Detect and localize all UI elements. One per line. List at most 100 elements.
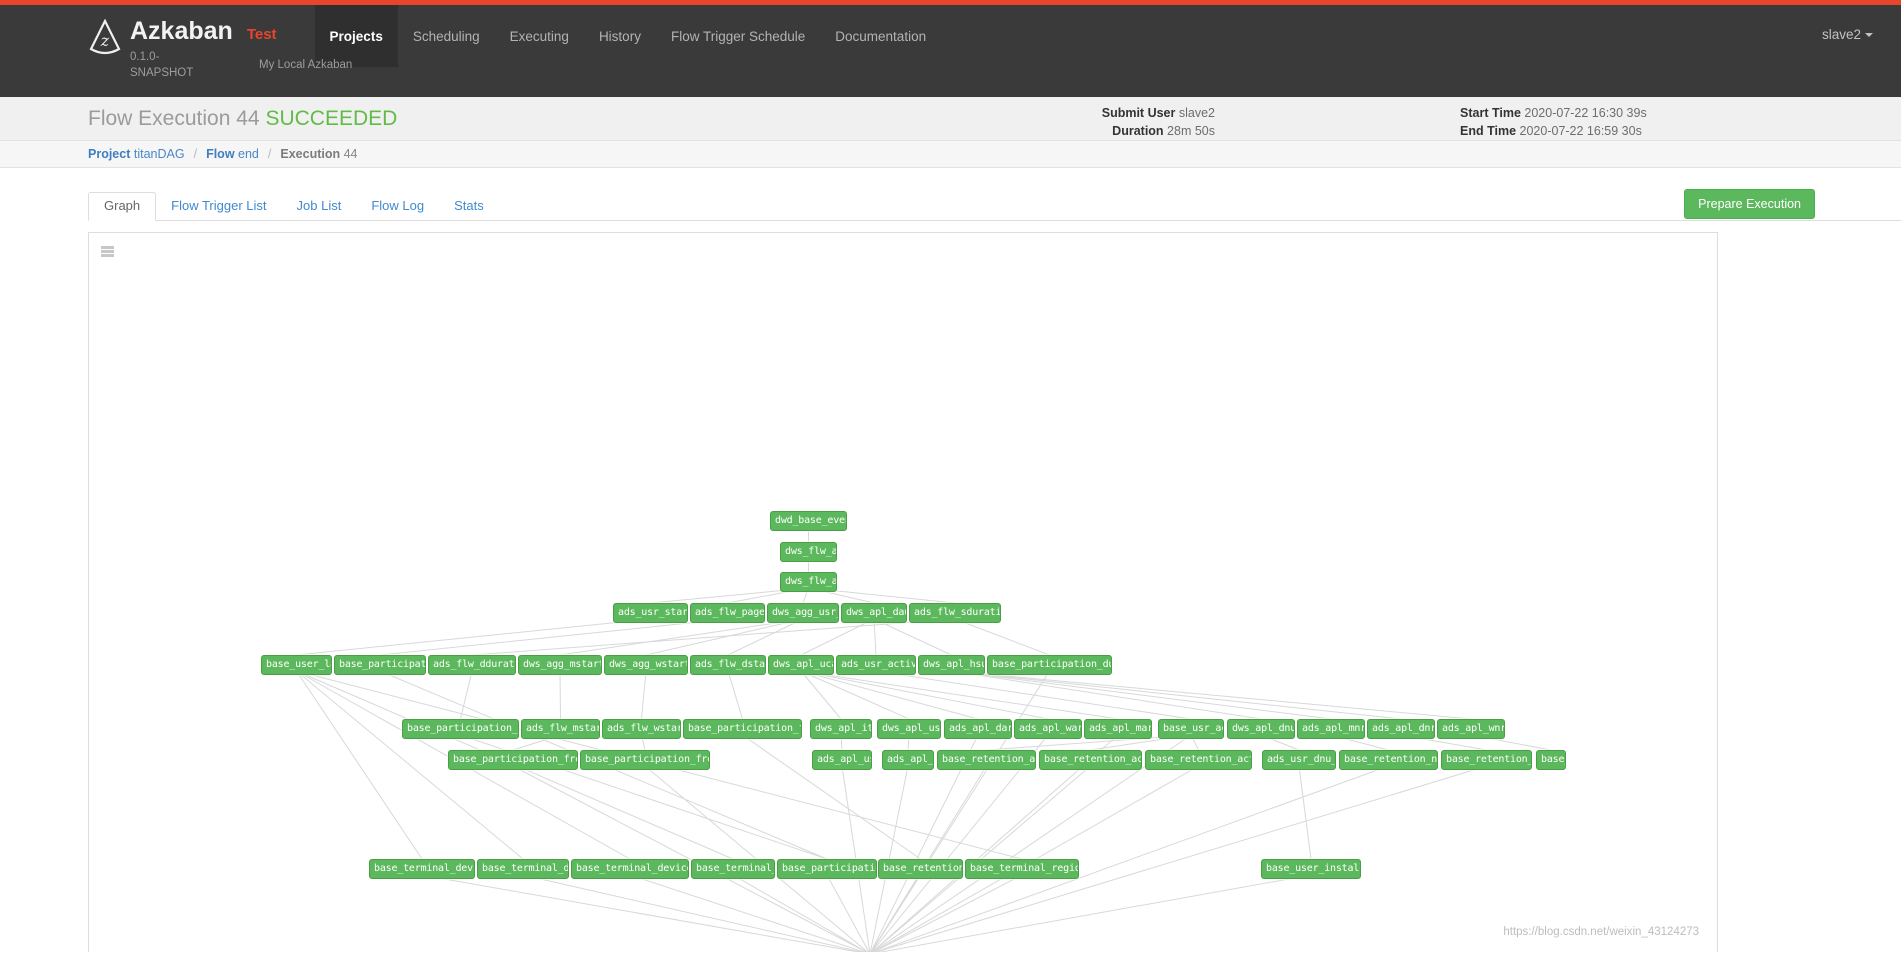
dag-node-dws_apl_uca_rec[interactable]: dws_apl_uca_rec [768, 655, 834, 675]
status-badge: SUCCEEDED [265, 107, 398, 130]
dag-node-dws_apl_hsu_rec[interactable]: dws_apl_hsu_rec [918, 655, 985, 675]
dag-node-label: dws_apl_usr_uca [882, 723, 941, 734]
dag-node-base_re[interactable]: base_re [1536, 750, 1566, 770]
nav-item-flow-trigger-schedule[interactable]: Flow Trigger Schedule [656, 5, 820, 67]
dag-node-ads_apl_dnrt_rec[interactable]: ads_apl_dnrt_rec [1367, 719, 1435, 739]
dag-node-dws_flw_agg_s[interactable]: dws_flw_agg_s [780, 542, 837, 562]
dag-node-base_usr_active[interactable]: base_usr_active [1158, 719, 1224, 739]
dag-node-dws_flw_agg_u[interactable]: dws_flw_agg_u [780, 572, 837, 592]
nav-item-scheduling[interactable]: Scheduling [398, 5, 495, 67]
dag-node-label: ads_apl_wnrt_rec [1442, 723, 1504, 734]
dag-node-ads_flw_page_cube[interactable]: ads_flw_page_cube [690, 603, 765, 623]
dag-node-base_participation_page[interactable]: base_participation_page [334, 655, 426, 675]
dag-edge [1298, 765, 1312, 860]
tab-stats[interactable]: Stats [439, 193, 499, 220]
dag-node-ads_flw_dduration_cube[interactable]: ads_flw_dduration_cube [428, 655, 516, 675]
dag-node-label: base_participation_duration_single [992, 659, 1112, 670]
dag-node-ads_apl_mart_rec[interactable]: ads_apl_mart_rec [1084, 719, 1152, 739]
watermark-text: https://blog.csdn.net/weixin_43124273 [1503, 926, 1699, 938]
dag-node-ads_apl_wnrt_rec[interactable]: ads_apl_wnrt_rec [1437, 719, 1505, 739]
tabs-section: Graph Flow Trigger List Job List Flow Lo… [0, 168, 1901, 221]
dag-node-label: ads_flw_wstart_cube [607, 723, 680, 734]
breadcrumb-execution-label: Execution [280, 147, 341, 161]
tab-graph[interactable]: Graph [88, 192, 157, 221]
dag-edge [421, 874, 862, 952]
dag-node-base_terminal_network[interactable]: base_terminal_network [691, 859, 775, 879]
dag-node-base_participation_interval[interactable]: base_participation_interval [777, 859, 877, 879]
brand-version: 0.1.0-SNAPSHOT [130, 51, 194, 79]
dag-node-base_retention_activity[interactable]: base_retention_activity [878, 859, 963, 879]
dag-edge [800, 670, 1119, 720]
dag-node-label: dws_apl_itv_agu [815, 723, 871, 734]
dag-node-ads_flw_wstart_cube[interactable]: ads_flw_wstart_cube [602, 719, 681, 739]
dag-node-base_participation_frequency_da[interactable]: base_participation_frequency_da [683, 719, 802, 739]
dag-node-dws_apl_itv_agu[interactable]: dws_apl_itv_agu [810, 719, 872, 739]
dag-node-ads_flw_mstart_cube[interactable]: ads_flw_mstart_cube [521, 719, 600, 739]
dag-node-label: base_re [1541, 754, 1565, 765]
dag-node-base_terminal_device_model[interactable]: base_terminal_device_model [369, 859, 475, 879]
dag-node-dws_apl_dnu_rec[interactable]: dws_apl_dnu_rec [1227, 719, 1295, 739]
dag-node-ads_usr_start_cube[interactable]: ads_usr_start_cube [613, 603, 688, 623]
dag-node-label: base_terminal_device_resolution [576, 863, 688, 874]
dag-edge [629, 874, 866, 952]
dag-node-base_retention_new_month[interactable]: base_retention_new_month [1339, 750, 1438, 770]
dag-node-dws_apl_usr_uca[interactable]: dws_apl_usr_uca [877, 719, 941, 739]
dag-node-dws_apl_dau_rec[interactable]: dws_apl_dau_rec [841, 603, 907, 623]
dag-node-base_participation_frequency_mont[interactable]: base_participation_frequency_mont [448, 750, 578, 770]
nav-item-documentation[interactable]: Documentation [820, 5, 941, 67]
dag-node-label: base_terminal_device_model [374, 863, 474, 874]
dag-node-ads_apl_usr_itv[interactable]: ads_apl_usr_itv [812, 750, 872, 770]
brand-block[interactable]: z Azkaban Test 0.1.0-SNAPSHOT [0, 5, 277, 81]
dag-node-base_retention_active_week[interactable]: base_retention_active_week [1039, 750, 1142, 770]
dag-node-ads_apl_wart_rec[interactable]: ads_apl_wart_rec [1014, 719, 1082, 739]
dag-edge [800, 670, 842, 720]
nav-item-history[interactable]: History [584, 5, 656, 67]
dag-node-dwd_base_event_log[interactable]: dwd_base_event_log [770, 511, 847, 531]
breadcrumb-project[interactable]: Project titanDAG [88, 147, 185, 161]
user-menu[interactable]: slave2 [1822, 27, 1873, 42]
dag-node-base_participation_duration_day[interactable]: base_participation_duration_day [402, 719, 519, 739]
dag-node-base_participation_frequency_week[interactable]: base_participation_frequency_week [580, 750, 710, 770]
dag-node-label: ads_usr_dnu_cube [1267, 754, 1336, 765]
dag-edge [460, 670, 473, 720]
dag-node-dws_agg_usr_cube[interactable]: dws_agg_usr_cube [767, 603, 839, 623]
nav-item-projects[interactable]: Projects [314, 5, 398, 67]
dag-node-ads_flw_dstart_cube[interactable]: ads_flw_dstart_cube [690, 655, 766, 675]
dag-node-label: dwd_base_event_log [775, 515, 846, 526]
dag-node-base_user_launch[interactable]: base_user_launch [261, 655, 332, 675]
breadcrumb-flow[interactable]: Flow end [206, 147, 259, 161]
dag-node-dws_agg_wstart_cube[interactable]: dws_agg_wstart_cube [604, 655, 688, 675]
dag-node-base_retention_new_day[interactable]: base_retention_new_day [1441, 750, 1532, 770]
dag-node-dws_agg_mstart_cube[interactable]: dws_agg_mstart_cube [518, 655, 602, 675]
dag-node-ads_flw_sduration_cube[interactable]: ads_flw_sduration_cube [909, 603, 1001, 623]
breadcrumb-separator-2: / [267, 147, 272, 161]
dag-node-label: ads_usr_active_cube [841, 659, 915, 670]
dag-node-base_user_installation_day[interactable]: base_user_installation_day [1261, 859, 1361, 879]
dag-node-base_terminal_device_os[interactable]: base_terminal_device_os [477, 859, 569, 879]
breadcrumb-project-label: Project [88, 147, 131, 161]
dag-node-base_participation_duration_single[interactable]: base_participation_duration_single [987, 655, 1112, 675]
dag-node-ads_apl_mnrt_rec[interactable]: ads_apl_mnrt_rec [1297, 719, 1365, 739]
dag-node-base_retention_active_month[interactable]: base_retention_active_month [1145, 750, 1252, 770]
dag-node-label: ads_apl_dart_rec [949, 723, 1011, 734]
dag-node-label: ads_apl_mnrt_rec [1302, 723, 1364, 734]
dag-node-ads_usr_dnu_cube[interactable]: ads_usr_dnu_cube [1262, 750, 1336, 770]
tab-flow-trigger-list[interactable]: Flow Trigger List [156, 193, 281, 220]
dag-node-ads_apl_uca[interactable]: ads_apl_uca [882, 750, 934, 770]
dag-edge [641, 670, 647, 720]
dag-node-label: ads_usr_start_cube [618, 607, 688, 618]
tab-flow-log[interactable]: Flow Log [356, 193, 439, 220]
dag-edge [954, 618, 1050, 656]
prepare-execution-button[interactable]: Prepare Execution [1684, 189, 1815, 219]
brand-name: Azkaban [130, 17, 233, 45]
dag-node-ads_apl_dart_rec[interactable]: ads_apl_dart_rec [944, 719, 1012, 739]
dag-node-ads_usr_active_cube[interactable]: ads_usr_active_cube [836, 655, 916, 675]
dag-node-label: base_terminal_device_os [482, 863, 569, 874]
tab-job-list[interactable]: Job List [282, 193, 357, 220]
dag-node-base_terminal_region_province[interactable]: base_terminal_region_province [965, 859, 1079, 879]
dag-node-base_terminal_device_resolution[interactable]: base_terminal_device_resolution [571, 859, 689, 879]
dag-node-label: ads_apl_uca [887, 754, 934, 765]
dag-edge [379, 618, 728, 656]
nav-item-executing[interactable]: Executing [495, 5, 584, 67]
dag-node-base_retention_active_day[interactable]: base_retention_active_day [937, 750, 1036, 770]
